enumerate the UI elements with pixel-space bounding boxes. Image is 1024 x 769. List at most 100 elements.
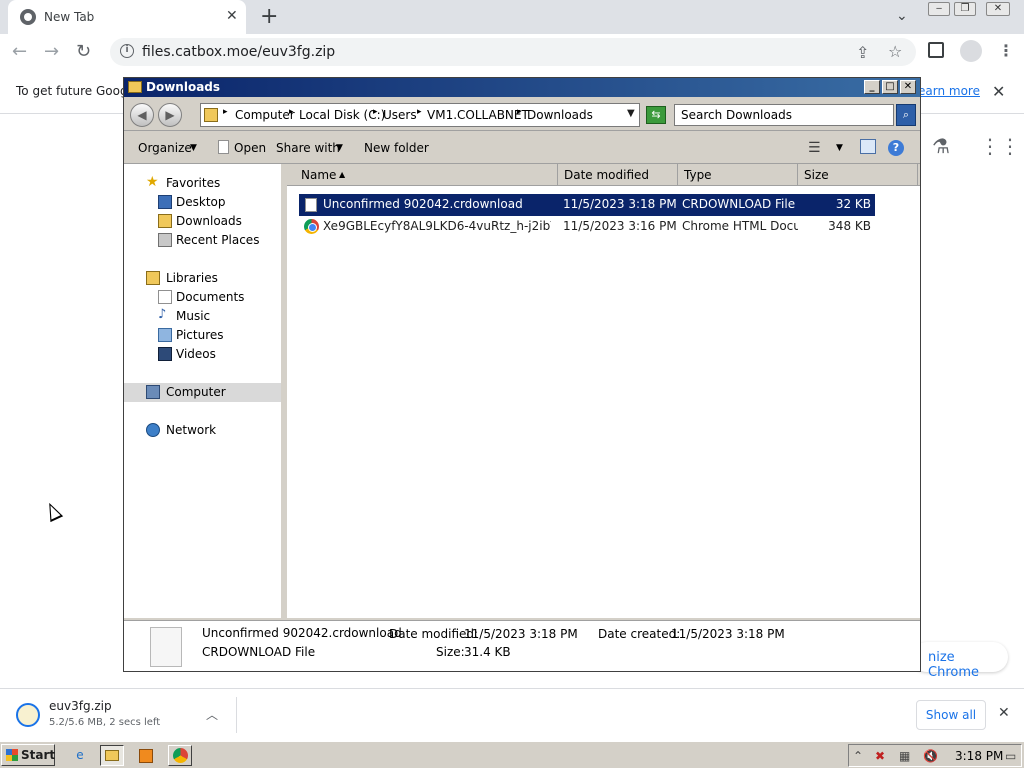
infobar-close-icon[interactable]: ✕: [992, 82, 1005, 101]
url-text[interactable]: files.catbox.moe/euv3fg.zip: [142, 44, 335, 60]
divider: [236, 697, 237, 733]
preview-pane-icon[interactable]: [860, 139, 876, 154]
help-icon[interactable]: ?: [888, 140, 904, 156]
file-list: Name ▲ Date modified Type Size Unconfirme…: [287, 164, 920, 618]
start-button[interactable]: Start: [1, 744, 55, 766]
nav-music[interactable]: ♪ Music: [124, 307, 281, 326]
new-folder-button[interactable]: New folder: [364, 141, 429, 155]
download-progress-icon[interactable]: [16, 703, 40, 727]
chevron-right-icon[interactable]: ▸: [223, 107, 228, 117]
side-panel-icon[interactable]: [928, 42, 944, 58]
breadcrumb-users[interactable]: Users: [383, 108, 417, 122]
explorer-task-icon[interactable]: [100, 745, 124, 766]
nav-libraries[interactable]: Libraries: [124, 269, 281, 288]
breadcrumb-computer[interactable]: Computer: [235, 108, 295, 122]
nav-network[interactable]: Network: [124, 421, 281, 440]
show-desktop-icon[interactable]: ▭: [1005, 749, 1016, 763]
nav-favorites[interactable]: ★ Favorites: [124, 174, 281, 193]
search-icon[interactable]: ⌕: [896, 104, 916, 126]
file-row[interactable]: Xe9GBLEcyfY8AL9LKD6-4vuRtz_h-j2ibYodhY..…: [299, 216, 875, 238]
address-breadcrumb[interactable]: ▸ Computer ▸ Local Disk (C:) ▸ Users ▸ V…: [200, 103, 640, 127]
reload-icon[interactable]: ↻: [76, 41, 91, 62]
search-input[interactable]: Search Downloads: [674, 104, 894, 126]
details-pane: Unconfirmed 902042.crdownload CRDOWNLOAD…: [124, 620, 920, 671]
labs-flask-icon[interactable]: ⚗: [932, 134, 950, 158]
navigation-pane: ★ Favorites Desktop Downloads Recent Pla…: [124, 164, 284, 618]
nav-videos[interactable]: Videos: [124, 345, 281, 364]
nav-computer[interactable]: Computer: [124, 383, 281, 402]
column-name[interactable]: Name ▲: [295, 164, 558, 186]
show-hidden-icons[interactable]: ⌃: [853, 749, 863, 763]
details-created-label: Date created:: [598, 627, 681, 641]
chevron-right-icon[interactable]: ▸: [373, 107, 378, 117]
tab-new-tab[interactable]: New Tab ✕: [8, 0, 246, 34]
chevron-right-icon[interactable]: ▸: [517, 107, 522, 117]
windows-logo-icon: [6, 749, 18, 761]
customize-chrome-button[interactable]: nize Chrome: [912, 642, 1008, 680]
open-button[interactable]: Open: [234, 141, 266, 155]
column-size[interactable]: Size: [798, 164, 918, 186]
network-icon: [146, 423, 160, 437]
minimize-button[interactable]: ‒: [928, 2, 950, 16]
profile-avatar[interactable]: [960, 40, 982, 62]
file-row[interactable]: Unconfirmed 902042.crdownload 11/5/2023 …: [299, 194, 875, 216]
show-all-button[interactable]: Show all: [916, 700, 986, 730]
close-window-button[interactable]: ✕: [986, 2, 1010, 16]
learn-more-link[interactable]: earn more: [918, 84, 980, 98]
forward-button[interactable]: ▶: [158, 103, 182, 127]
media-player-icon[interactable]: [134, 745, 158, 766]
column-date-modified[interactable]: Date modified: [558, 164, 678, 186]
view-options-icon[interactable]: ☰: [808, 140, 821, 156]
network-tray-icon[interactable]: ▦: [899, 749, 910, 763]
bookmark-star-icon[interactable]: ☆: [888, 42, 902, 61]
details-created-value: 11/5/2023 3:18 PM: [671, 627, 785, 641]
apps-grid-icon[interactable]: ⋮⋮⋮: [980, 134, 1024, 158]
pictures-icon: [158, 328, 172, 342]
maximize-button[interactable]: □: [882, 80, 898, 94]
downloads-folder-icon: [158, 214, 172, 228]
organize-button[interactable]: Organize: [138, 141, 192, 155]
ie-icon[interactable]: e: [68, 745, 92, 766]
share-with-button[interactable]: Share with: [276, 141, 340, 155]
explorer-window: Downloads _ □ ✕ ◀ ▶ ▸ Computer ▸ Local D…: [123, 77, 921, 672]
download-file-name[interactable]: euv3fg.zip: [49, 699, 112, 713]
chevron-up-icon[interactable]: ︿: [206, 706, 218, 723]
nav-downloads[interactable]: Downloads: [124, 212, 281, 231]
chevron-down-icon[interactable]: ▼: [190, 143, 197, 153]
nav-documents[interactable]: Documents: [124, 288, 281, 307]
tab-search-icon[interactable]: ⌄: [896, 8, 908, 24]
security-alert-icon[interactable]: ✖: [875, 749, 885, 763]
chevron-right-icon[interactable]: ▸: [417, 107, 422, 117]
nav-desktop[interactable]: Desktop: [124, 193, 281, 212]
menu-icon[interactable]: ⋮: [998, 41, 1014, 60]
nav-recent-places[interactable]: Recent Places: [124, 231, 281, 250]
clock[interactable]: 3:18 PM: [955, 749, 1003, 763]
site-info-icon[interactable]: i: [120, 44, 134, 58]
new-tab-button[interactable]: +: [260, 4, 278, 29]
window-title: Downloads: [146, 80, 221, 94]
close-button[interactable]: ✕: [900, 80, 916, 94]
refresh-button[interactable]: ⇆: [646, 106, 666, 124]
breadcrumb-user[interactable]: VM1.COLLABNET: [427, 108, 529, 122]
file-icon: [218, 140, 229, 154]
minimize-button[interactable]: _: [864, 80, 880, 94]
back-icon[interactable]: ←: [12, 41, 27, 62]
close-shelf-icon[interactable]: ✕: [998, 705, 1010, 721]
explorer-titlebar[interactable]: Downloads _ □ ✕: [124, 78, 920, 97]
chrome-task-icon[interactable]: [168, 745, 192, 766]
chevron-down-icon[interactable]: ▼: [836, 143, 843, 153]
nav-pictures[interactable]: Pictures: [124, 326, 281, 345]
chevron-down-icon[interactable]: ▼: [627, 108, 635, 119]
breadcrumb-downloads[interactable]: Downloads: [527, 108, 593, 122]
address-bar[interactable]: i files.catbox.moe/euv3fg.zip ⇪ ☆: [110, 38, 916, 66]
chevron-down-icon[interactable]: ▼: [336, 143, 343, 153]
back-button[interactable]: ◀: [130, 103, 154, 127]
share-icon[interactable]: ⇪: [856, 43, 869, 62]
volume-muted-icon[interactable]: 🔇: [923, 749, 938, 763]
column-type[interactable]: Type: [678, 164, 798, 186]
forward-icon[interactable]: →: [44, 41, 59, 62]
restore-button[interactable]: ❐: [954, 2, 976, 16]
chevron-right-icon[interactable]: ▸: [289, 107, 294, 117]
videos-icon: [158, 347, 172, 361]
close-tab-icon[interactable]: ✕: [226, 8, 238, 24]
